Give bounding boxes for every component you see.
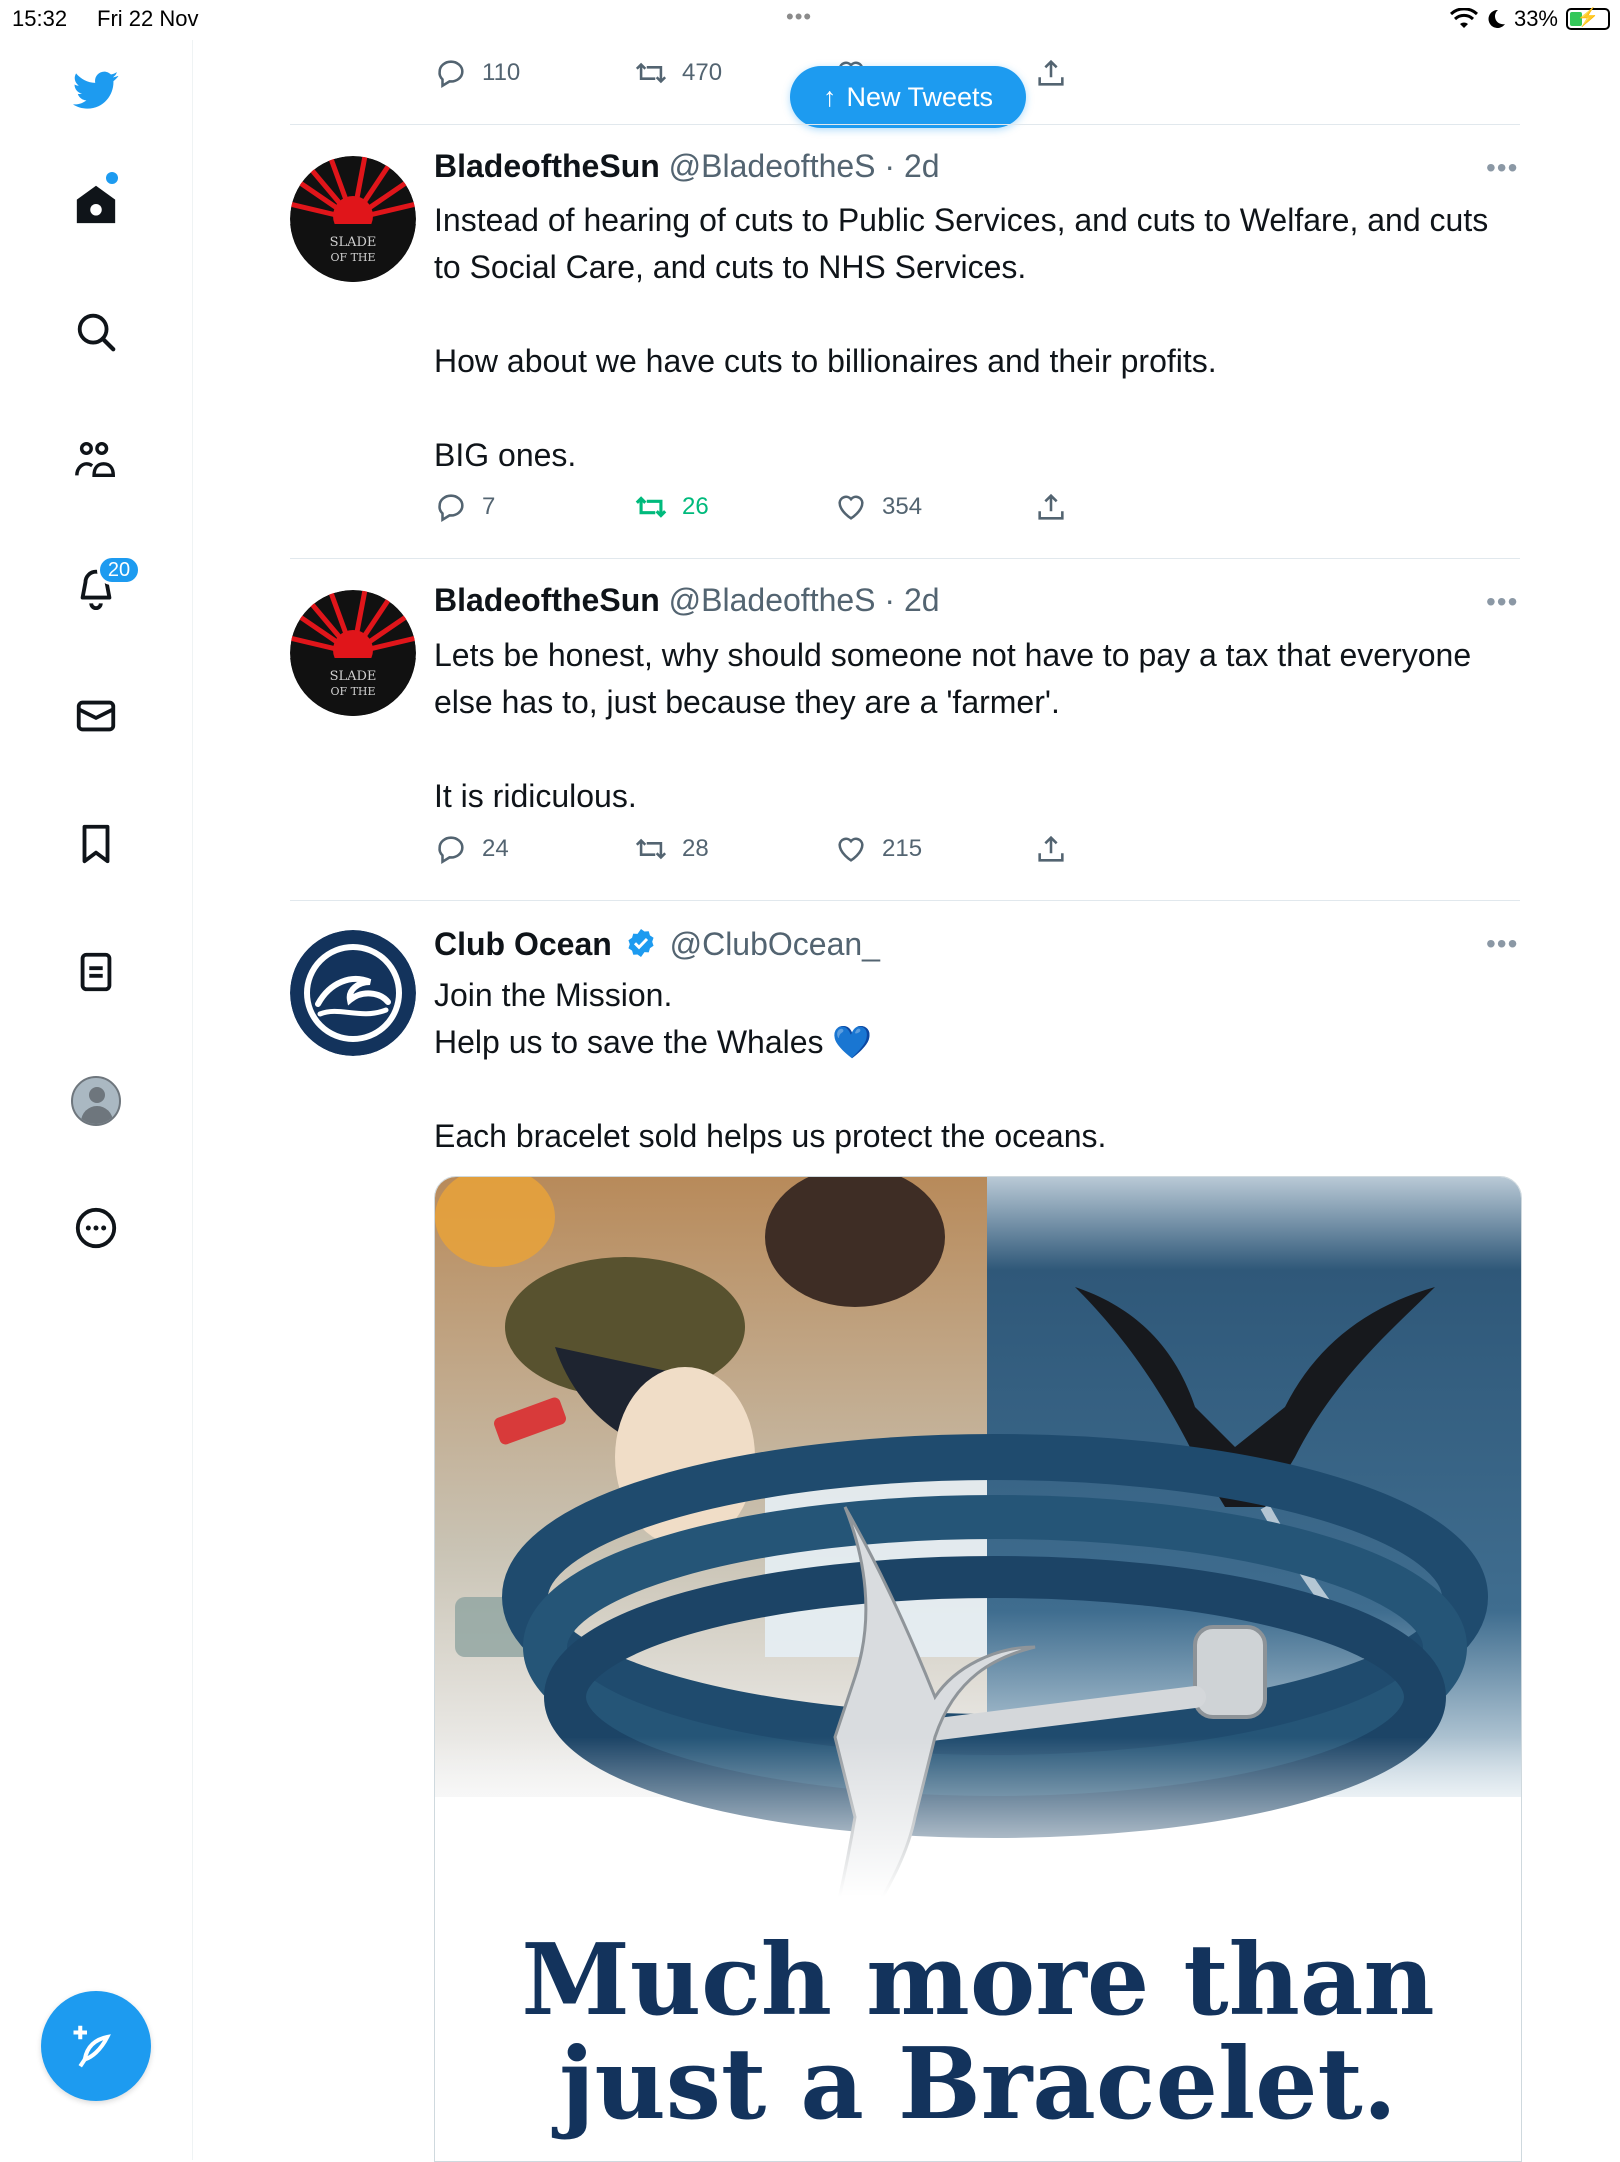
status-bar: 15:32 Fri 22 Nov ••• 33% ⚡ [0,0,1620,40]
retweet-count: 470 [682,59,723,86]
share-button[interactable] [1034,490,1068,524]
reply-bubble-icon [438,836,464,865]
tweet-media-image[interactable]: Much more than just a Bracelet. [434,1176,1522,2162]
tweet-actions: 7 26 354 [434,490,1068,524]
like-heart-icon [838,837,864,862]
tweet-avatar-bladeofthesun[interactable]: SLADE OF THE [290,590,416,716]
retweet-count: 26 [682,493,709,520]
like-button[interactable]: 354 [834,490,1034,524]
author-name[interactable]: Club Ocean [434,926,612,962]
author-name[interactable]: BladeoftheSun [434,582,660,618]
tweet-more-icon[interactable]: ••• [1486,928,1518,960]
status-indicators: 33% ⚡ [1449,6,1610,32]
search-icon[interactable] [70,306,122,358]
share-button[interactable] [1034,56,1068,90]
like-count: 215 [882,835,923,862]
tweet-text: Instead of hearing of cuts to Public Ser… [434,202,1489,473]
avatar-logo-text: SLADE [330,235,377,250]
tweet-text: Lets be honest, why should someone not h… [434,637,1472,814]
tweet-avatar-clubocean[interactable] [290,930,416,1056]
author-name[interactable]: BladeoftheSun [434,148,660,184]
lists-icon[interactable] [70,946,122,998]
svg-text:OF THE: OF THE [330,251,375,264]
retweet-icon [635,838,667,860]
battery-percent: 33% [1513,6,1558,31]
status-time: 15:32 [12,6,68,31]
home-unread-dot [106,172,118,184]
author-handle[interactable]: @BladeoftheS [669,582,876,618]
reply-button[interactable]: 110 [434,56,634,90]
verified-badge-icon [628,929,654,957]
reply-button[interactable]: 24 [434,832,634,866]
like-button[interactable]: 215 [834,832,1034,866]
divider [290,900,1520,901]
retweet-button[interactable]: 28 [634,832,834,866]
wifi-icon [1449,8,1478,28]
tweet-header: Club Ocean @ClubOcean_ [434,926,880,963]
avatar-logo-text: SLADE [330,669,377,684]
share-upload-icon [1038,835,1064,862]
tweet-more-icon[interactable]: ••• [1486,586,1518,618]
retweet-count: 28 [682,835,709,862]
twitter-logo-icon[interactable] [70,64,122,116]
share-upload-icon [1038,493,1064,520]
share-upload-icon [1038,59,1064,86]
messages-envelope-icon[interactable] [70,690,122,742]
tweet-more-icon[interactable]: ••• [1486,152,1518,184]
tweet-actions: 24 28 215 [434,832,1068,866]
profile-avatar[interactable] [71,1076,121,1126]
retweet-icon [635,62,667,84]
more-options-circle-icon[interactable] [70,1202,122,1254]
reply-count: 7 [482,493,496,520]
new-tweets-label: New Tweets [846,81,994,112]
divider [290,124,1520,125]
media-tagline-line1: Much more than [521,1923,1435,2038]
notifications-count-badge: 20 [97,555,141,585]
tweet-header: BladeoftheSun @BladeoftheS · 2d [434,582,940,619]
tweet-time[interactable]: · 2d [884,148,939,184]
status-date: Fri 22 Nov [97,6,199,31]
bookmarks-icon[interactable] [70,818,122,870]
like-count: 354 [882,493,923,520]
retweet-icon [635,496,667,518]
share-button[interactable] [1034,832,1068,866]
author-handle[interactable]: @BladeoftheS [669,148,876,184]
new-tweets-pill-button[interactable]: ↑ New Tweets [790,66,1026,128]
reply-button[interactable]: 7 [434,490,634,524]
reply-count: 24 [482,835,509,862]
reply-bubble-icon [438,494,464,523]
tweet-avatar-bladeofthesun[interactable]: SLADE OF THE [290,156,416,282]
author-handle[interactable]: @ClubOcean_ [670,926,880,962]
battery-icon: ⚡ [1566,7,1610,30]
multitasking-dots-icon[interactable]: ••• [786,4,812,30]
moon-icon [1488,9,1505,28]
home-icon[interactable] [70,178,122,230]
media-tagline-line2: just a Bracelet. [559,2027,1397,2142]
tweet-header: BladeoftheSun @BladeoftheS · 2d [434,148,940,185]
arrow-up-icon: ↑ [822,81,837,112]
avatar-head [89,1087,105,1103]
tweet-time[interactable]: · 2d [884,582,939,618]
reply-count: 110 [482,59,521,86]
charging-bolt-icon: ⚡ [1576,7,1600,27]
retweet-button[interactable]: 26 [634,490,834,524]
avatar-body [81,1106,113,1124]
tweet-text: Join the Mission. Help us to save the Wh… [434,977,1107,1154]
svg-text:OF THE: OF THE [330,685,375,698]
divider [290,558,1520,559]
like-heart-icon [838,495,864,520]
compose-tweet-button[interactable] [41,1991,151,2101]
communities-icon[interactable] [70,434,122,486]
reply-bubble-icon [438,60,464,89]
compose-feather-icon [73,2025,111,2068]
